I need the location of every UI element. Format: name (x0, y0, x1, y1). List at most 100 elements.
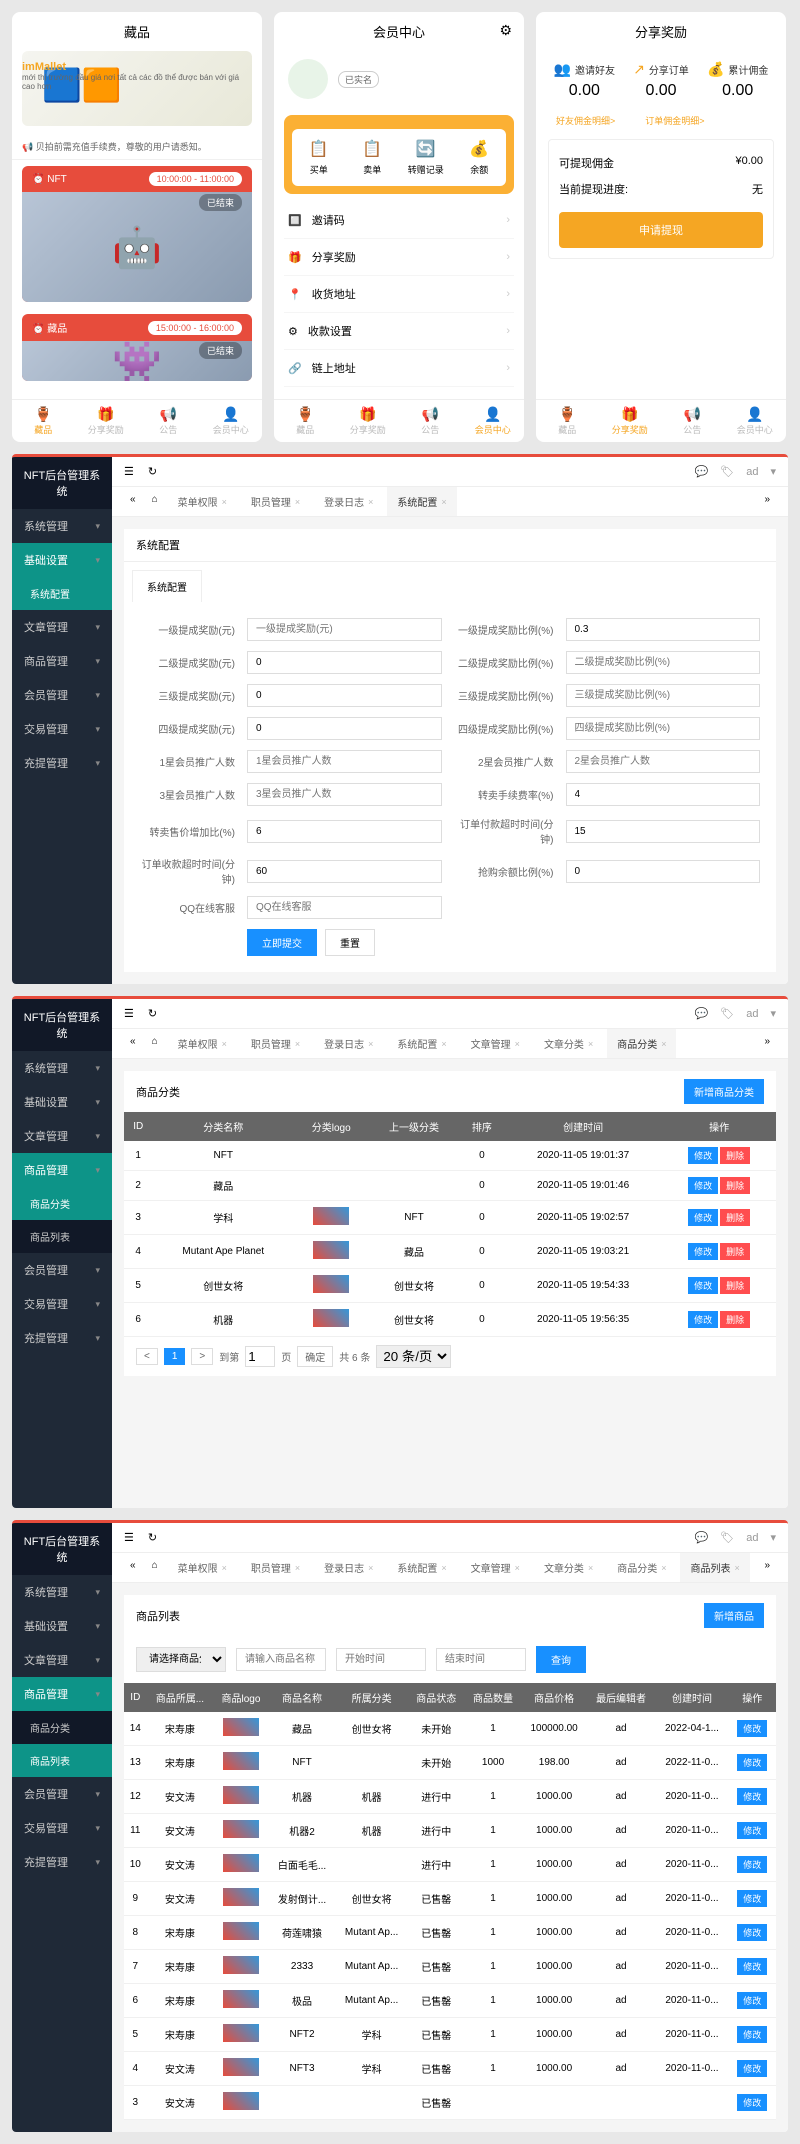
sidebar-交易管理[interactable]: 交易管理▾ (12, 712, 112, 746)
friend-detail-link[interactable]: 好友佣金明细> (556, 114, 615, 127)
sidebar-商品列表[interactable]: 商品列表 (12, 1220, 112, 1253)
sidebar-基础设置[interactable]: 基础设置▾ (12, 543, 112, 577)
sidebar-基础设置[interactable]: 基础设置▾ (12, 1085, 112, 1119)
action-余额[interactable]: 💰余额 (453, 129, 507, 186)
tab-文章管理[interactable]: 文章管理 × (461, 1029, 530, 1058)
sidebar-文章管理[interactable]: 文章管理▾ (12, 1119, 112, 1153)
table-row: 3学科NFT02020-11-05 19:02:57修改删除 (124, 1201, 776, 1235)
nft-card[interactable]: ⏰ NFT10:00:00 - 11:00:00 已结束 🤖 (22, 166, 252, 302)
menu-邀请码[interactable]: 🔲邀请码› (284, 202, 514, 239)
tab-分享奖励[interactable]: 🎁分享奖励 (75, 406, 138, 436)
withdraw-button[interactable]: 申请提现 (559, 212, 763, 248)
tab-职员管理[interactable]: 职员管理 × (241, 487, 310, 516)
action-卖单[interactable]: 📋卖单 (346, 129, 400, 186)
tab-商品列表[interactable]: 商品列表 × (680, 1553, 749, 1582)
sidebar-交易管理[interactable]: 交易管理▾ (12, 1287, 112, 1321)
tab-文章管理[interactable]: 文章管理 × (461, 1553, 530, 1582)
menu-收款设置[interactable]: ⚙收款设置› (284, 313, 514, 350)
table-row: 14宋寿康藏品创世女将未开始1100000.00ad2022-04-1...修改 (124, 1712, 776, 1746)
sidebar-系统管理[interactable]: 系统管理▾ (12, 1575, 112, 1609)
menu-分享奖励[interactable]: 🎁分享奖励› (284, 239, 514, 276)
add-category-button[interactable]: 新增商品分类 (684, 1079, 764, 1104)
sidebar-商品管理[interactable]: 商品管理▾ (12, 1153, 112, 1187)
avatar[interactable] (288, 59, 328, 99)
tab-藏品[interactable]: 🏺藏品 (274, 406, 337, 436)
table-row: 5宋寿康NFT2学科已售罄11000.00ad2020-11-0...修改 (124, 2018, 776, 2052)
tab-藏品[interactable]: 🏺藏品 (12, 406, 75, 436)
menu-收货地址[interactable]: 📍收货地址› (284, 276, 514, 313)
tab-菜单权限[interactable]: 菜单权限 × (168, 1029, 237, 1058)
tab-职员管理[interactable]: 职员管理 × (241, 1029, 310, 1058)
sidebar-商品列表[interactable]: 商品列表 (12, 1744, 112, 1777)
sidebar-交易管理[interactable]: 交易管理▾ (12, 1811, 112, 1845)
tab-文章分类[interactable]: 文章分类 × (534, 1553, 603, 1582)
verified-badge: 已实名 (338, 71, 379, 88)
sidebar-文章管理[interactable]: 文章管理▾ (12, 610, 112, 644)
name-filter[interactable] (236, 1648, 326, 1671)
notice-text: 📢 贝拍前需充值手续费，尊敬的用户请悉知。 (12, 134, 262, 160)
sidebar-系统管理[interactable]: 系统管理▾ (12, 509, 112, 543)
sidebar-基础设置[interactable]: 基础设置▾ (12, 1609, 112, 1643)
menu-链上地址[interactable]: 🔗链上地址› (284, 350, 514, 387)
tab-登录日志[interactable]: 登录日志 × (314, 1029, 383, 1058)
tab-分享奖励[interactable]: 🎁分享奖励 (599, 406, 662, 436)
table-row: 8宋寿康荷莲啸猿Mutant Ap...已售罄11000.00ad2020-11… (124, 1916, 776, 1950)
sidebar-商品分类[interactable]: 商品分类 (12, 1711, 112, 1744)
tab-文章分类[interactable]: 文章分类 × (534, 1029, 603, 1058)
tab-会员中心[interactable]: 👤会员中心 (724, 406, 787, 436)
sidebar-充提管理[interactable]: 充提管理▾ (12, 746, 112, 780)
sidebar-会员管理[interactable]: 会员管理▾ (12, 1253, 112, 1287)
tab-商品分类[interactable]: 商品分类 × (607, 1029, 676, 1058)
tab-分享奖励[interactable]: 🎁分享奖励 (337, 406, 400, 436)
tab-系统配置[interactable]: 系统配置 × (387, 1553, 456, 1582)
table-row: 2藏品02020-11-05 19:01:46修改删除 (124, 1171, 776, 1201)
sidebar-充提管理[interactable]: 充提管理▾ (12, 1321, 112, 1355)
collection-card[interactable]: ⏰ 藏品15:00:00 - 16:00:00 已结束 👾 (22, 314, 252, 381)
end-date[interactable] (436, 1648, 526, 1671)
tab-商品分类[interactable]: 商品分类 × (607, 1553, 676, 1582)
gear-icon[interactable]: ⚙ (499, 22, 512, 39)
mobile-member: 会员中心⚙ 已实名 📋买单📋卖单🔄转赠记录💰余额 🔲邀请码›🎁分享奖励›📍收货地… (274, 12, 524, 442)
table-row: 9安文涛发射倒计...创世女将已售罄11000.00ad2020-11-0...… (124, 1882, 776, 1916)
submit-button[interactable]: 立即提交 (247, 929, 317, 956)
order-detail-link[interactable]: 订单佣金明细> (645, 114, 704, 127)
menu-icon[interactable]: ☰ (124, 465, 134, 478)
tab-系统配置[interactable]: 系统配置 × (387, 487, 456, 516)
tab-公告[interactable]: 📢公告 (661, 406, 724, 436)
sidebar-商品管理[interactable]: 商品管理▾ (12, 1677, 112, 1711)
refresh-icon[interactable]: ↻ (148, 465, 157, 478)
sidebar-商品管理[interactable]: 商品管理▾ (12, 644, 112, 678)
table-row: 5创世女将创世女将02020-11-05 19:54:33修改删除 (124, 1269, 776, 1303)
table-row: 13宋寿康NFT未开始1000198.00ad2022-11-0...修改 (124, 1746, 776, 1780)
tab-登录日志[interactable]: 登录日志 × (314, 1553, 383, 1582)
sidebar-文章管理[interactable]: 文章管理▾ (12, 1643, 112, 1677)
table-row: 11安文涛机器2机器进行中11000.00ad2020-11-0...修改 (124, 1814, 776, 1848)
tab-会员中心[interactable]: 👤会员中心 (200, 406, 263, 436)
table-row: 7宋寿康2333Mutant Ap...已售罄11000.00ad2020-11… (124, 1950, 776, 1984)
tab-菜单权限[interactable]: 菜单权限 × (168, 1553, 237, 1582)
tab-会员中心[interactable]: 👤会员中心 (462, 406, 525, 436)
sidebar-会员管理[interactable]: 会员管理▾ (12, 678, 112, 712)
tab-系统配置[interactable]: 系统配置 × (387, 1029, 456, 1058)
tab-菜单权限[interactable]: 菜单权限 × (168, 487, 237, 516)
sidebar-系统管理[interactable]: 系统管理▾ (12, 1051, 112, 1085)
sidebar-会员管理[interactable]: 会员管理▾ (12, 1777, 112, 1811)
start-date[interactable] (336, 1648, 426, 1671)
product-table: ID商品所属...商品logo商品名称所属分类商品状态商品数量商品价格最后编辑者… (124, 1683, 776, 2120)
sidebar-系统配置[interactable]: 系统配置 (12, 577, 112, 610)
add-product-button[interactable]: 新增商品 (704, 1603, 764, 1628)
action-买单[interactable]: 📋买单 (292, 129, 346, 186)
category-table: ID分类名称分类logo上一级分类排序创建时间操作1NFT02020-11-05… (124, 1112, 776, 1337)
reset-button[interactable]: 重置 (325, 929, 375, 956)
tab-公告[interactable]: 📢公告 (399, 406, 462, 436)
sidebar-商品分类[interactable]: 商品分类 (12, 1187, 112, 1220)
tab-公告[interactable]: 📢公告 (137, 406, 200, 436)
category-filter[interactable]: 请选择商品分类 (136, 1647, 226, 1672)
action-转赠记录[interactable]: 🔄转赠记录 (399, 129, 453, 186)
tab-登录日志[interactable]: 登录日志 × (314, 487, 383, 516)
tab-藏品[interactable]: 🏺藏品 (536, 406, 599, 436)
tab-职员管理[interactable]: 职员管理 × (241, 1553, 310, 1582)
search-button[interactable]: 查询 (536, 1646, 586, 1673)
table-row: 1NFT02020-11-05 19:01:37修改删除 (124, 1141, 776, 1171)
sidebar-充提管理[interactable]: 充提管理▾ (12, 1845, 112, 1879)
